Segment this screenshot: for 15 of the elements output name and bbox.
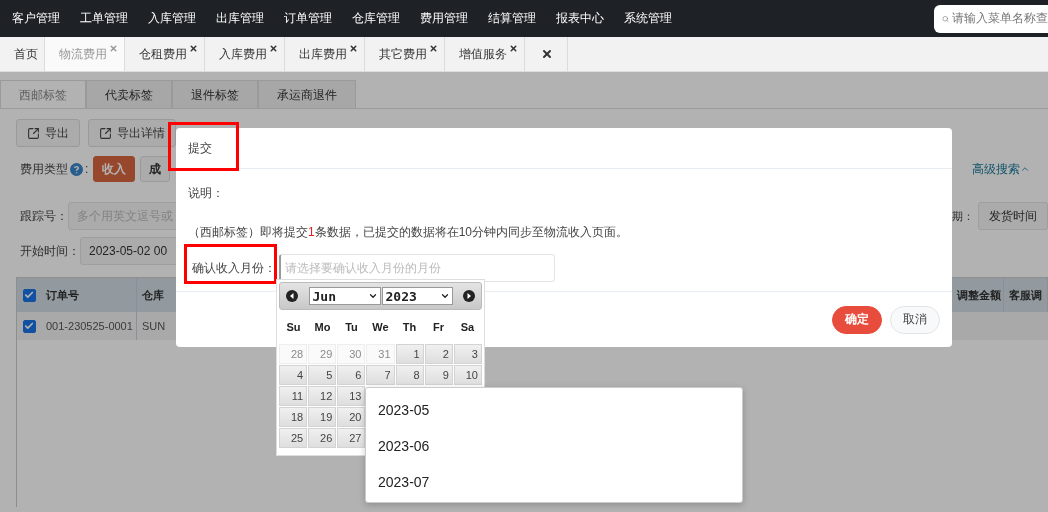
weekday-label: Tu [344, 321, 359, 333]
weekday-label: Mo [313, 321, 332, 333]
tracking-label: 跟踪号： [20, 207, 68, 225]
dialog-title: 提交 [188, 139, 212, 157]
weekday-label: Su [285, 321, 302, 333]
weekday-label: Sa [459, 321, 476, 333]
colon-label: : [85, 162, 89, 176]
table-cell: 001-230525-0001 [41, 312, 137, 340]
weekday-label: Fr [432, 321, 445, 333]
weekday-label: We [371, 321, 390, 333]
start-time-label: 开始时间： [20, 242, 80, 260]
weekday-label: Th [401, 321, 418, 333]
date-type-label: 期： [952, 208, 974, 224]
note-label: 说明： [188, 185, 225, 202]
fee-type-label: 费用类型 [20, 160, 68, 178]
